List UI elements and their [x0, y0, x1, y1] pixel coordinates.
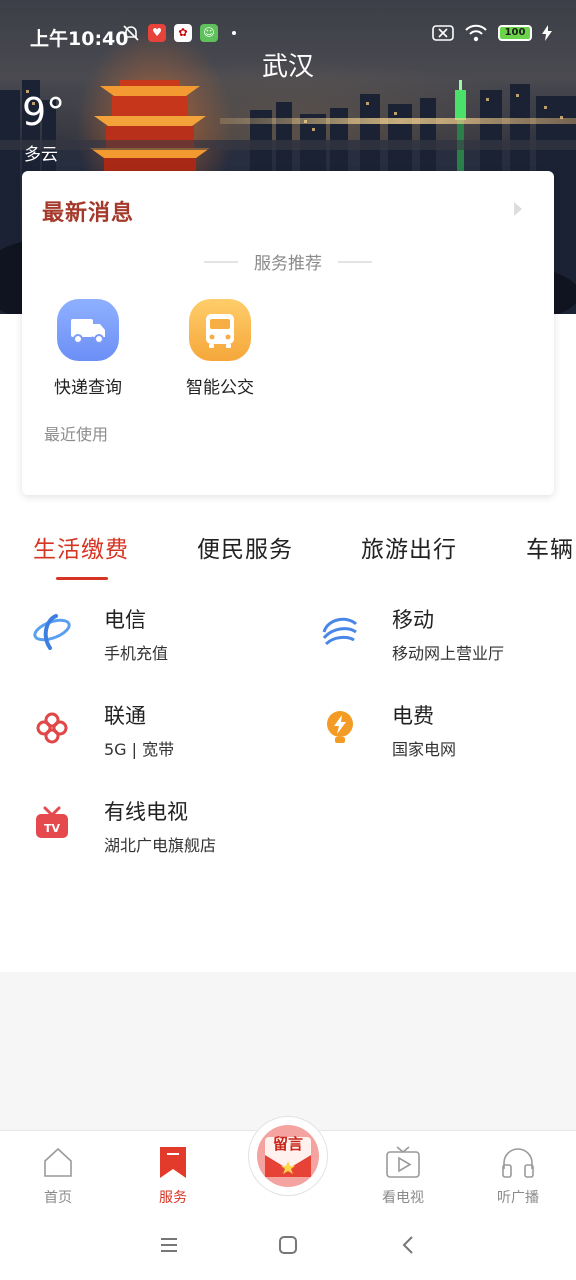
nav-watch-tv[interactable]: 看电视 [363, 1145, 443, 1207]
item-title: 有线电视 [104, 800, 188, 824]
city-name[interactable]: 武汉 [0, 46, 576, 83]
nav-service[interactable]: 服务 [133, 1145, 213, 1207]
item-subtitle: 国家电网 [392, 740, 457, 759]
tab-life-payment[interactable]: 生活缴费 [33, 530, 129, 564]
item-telecom[interactable]: 电信 手机充值 [30, 604, 290, 674]
item-title: 联通 [104, 704, 146, 728]
nav-home[interactable]: 首页 [18, 1145, 98, 1207]
system-navigation-bar [0, 1210, 576, 1280]
bus-icon [189, 299, 251, 361]
item-subtitle: 5G | 宽带 [104, 740, 175, 759]
latest-news-title[interactable]: 最新消息 [42, 195, 134, 227]
item-title: 移动 [392, 608, 434, 632]
divider-line [204, 260, 238, 263]
notification-icons: ♥ ✿ ☺ [122, 24, 236, 42]
tab-travel[interactable]: 旅游出行 [361, 530, 457, 564]
envelope-flap [265, 1155, 311, 1177]
home-square-icon[interactable] [277, 1234, 299, 1256]
recent-used-label: 最近使用 [44, 425, 109, 444]
tab-vehicles[interactable]: 车辆 [526, 530, 574, 564]
weather-condition: 多云 [24, 145, 58, 165]
svg-text:TV: TV [44, 822, 61, 835]
service-bookmark-icon [160, 1147, 186, 1178]
service-name: 快递查询 [54, 378, 122, 398]
item-electricity[interactable]: 电费 国家电网 [318, 700, 576, 770]
empty-content-area [0, 972, 576, 1132]
nav-label: 看电视 [382, 1190, 424, 1206]
service-card: 最新消息 服务推荐 快递查询 智能公交 最近使用 [22, 171, 554, 495]
nav-label: 听广播 [497, 1190, 539, 1206]
electricity-icon [327, 711, 353, 743]
alarm-off-icon [122, 24, 140, 42]
charging-icon [542, 25, 552, 41]
wifi-icon [465, 24, 487, 42]
divider-line [338, 260, 372, 263]
nav-radio[interactable]: 听广播 [478, 1145, 558, 1207]
temperature: 9° [22, 90, 66, 134]
back-icon[interactable] [398, 1234, 420, 1256]
system-status-icons: 100 [432, 24, 552, 42]
item-unicom[interactable]: 联通 5G | 宽带 [30, 700, 290, 770]
item-subtitle: 湖北广电旗舰店 [104, 836, 217, 855]
service-express-query[interactable]: 快递查询 [38, 299, 138, 398]
message-button[interactable]: 留言 [248, 1116, 328, 1196]
item-subtitle: 手机充值 [104, 644, 169, 663]
delivery-truck-icon [57, 299, 119, 361]
nav-label: 首页 [44, 1190, 72, 1206]
app-notify-icon: ♥ [148, 24, 166, 42]
headphones-icon [502, 1148, 534, 1178]
message-label: 留言 [272, 1135, 303, 1153]
chevron-right-icon[interactable] [514, 202, 522, 216]
news-app-icon: ✿ [174, 24, 192, 42]
menu-icon[interactable] [158, 1234, 180, 1256]
mobile-icon [322, 617, 358, 646]
bridge-lights [220, 118, 576, 124]
item-subtitle: 移动网上营业厅 [392, 644, 505, 663]
service-name: 智能公交 [186, 378, 254, 398]
tv-play-icon [386, 1146, 420, 1178]
home-icon [44, 1147, 72, 1177]
telecom-icon [33, 614, 71, 650]
item-mobile[interactable]: 移动 移动网上营业厅 [318, 604, 576, 674]
recommend-divider: 服务推荐 [22, 249, 554, 274]
unicom-icon [36, 712, 68, 744]
sim-off-icon [432, 25, 454, 41]
item-cable-tv[interactable]: TV 有线电视 湖北广电旗舰店 [30, 796, 290, 866]
android-app-icon: ☺ [200, 24, 218, 42]
item-title: 电信 [104, 608, 146, 632]
tv-icon: TV [36, 806, 68, 838]
nav-label: 服务 [159, 1190, 187, 1206]
active-tab-indicator [56, 577, 108, 580]
battery-icon: 100 [498, 25, 532, 41]
service-smart-bus[interactable]: 智能公交 [170, 299, 270, 398]
more-dot-icon [232, 31, 236, 35]
category-tabs: 生活缴费 便民服务 旅游出行 车辆 [0, 530, 576, 582]
item-title: 电费 [392, 704, 434, 728]
tab-convenience-services[interactable]: 便民服务 [197, 530, 293, 564]
recommend-label: 服务推荐 [254, 254, 322, 274]
